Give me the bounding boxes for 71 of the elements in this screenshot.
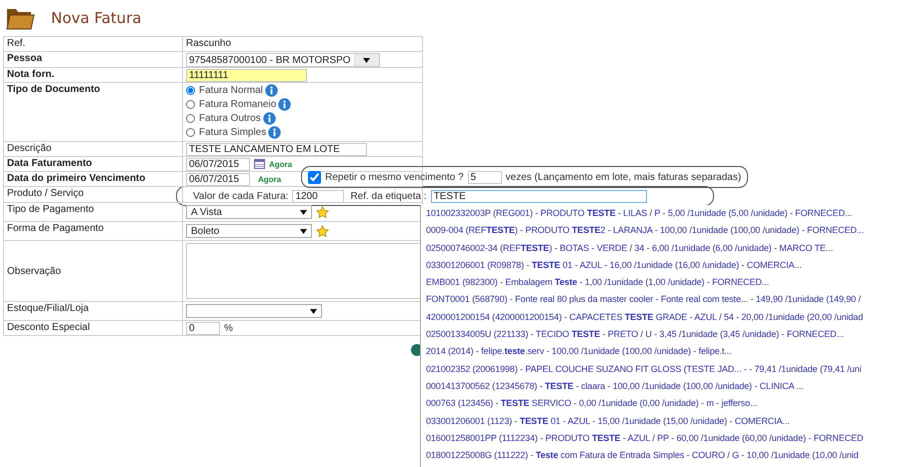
suggestion-item[interactable]: 033001206001 (R09878) - TESTE 01 - AZUL - 16,00 /1unidade (16,00 /unidade) - COMERCIA...: [421, 256, 900, 274]
select-field[interactable]: A Vista: [186, 205, 312, 219]
calendar-icon[interactable]: [254, 159, 265, 169]
field-label: Tipo de Pagamento: [7, 204, 94, 215]
star-icon[interactable]: [316, 224, 329, 238]
count-field[interactable]: 5: [468, 171, 502, 184]
radio-label: Fatura Normal: [199, 84, 263, 97]
field-label: Pessoa: [7, 53, 42, 64]
info-icon[interactable]: [278, 98, 292, 111]
person-combobox[interactable]: 97548587000100 - BR MOTORSPO: [186, 53, 380, 67]
field-label: Data do primeiro Vencimento: [7, 173, 146, 184]
caret-icon: [363, 58, 370, 62]
date-field[interactable]: 06/07/2015: [186, 158, 250, 171]
suggestion-item[interactable]: 016001258001PP (1112234) - PRODUTO TESTE - AZUL / PP - 60,00 /1unidade (60,00 /unidade) - FORNECED: [421, 430, 900, 448]
text-field[interactable]: TESTE LANCAMENTO EM LOTE: [186, 143, 367, 156]
radio-button[interactable]: [186, 114, 195, 123]
radio-button[interactable]: [186, 86, 195, 95]
star-icon[interactable]: [316, 206, 329, 218]
suggestion-item[interactable]: 0009-004 (REFTESTE) - PRODUTO TESTE2 - LARANJA - 100,00 /1unidade (100,00 /unidade) - FORNECED...: [421, 222, 900, 240]
field-label: Valor de cada Fatura:: [193, 190, 288, 202]
info-icon[interactable]: [262, 112, 276, 125]
now-link[interactable]: Agora: [269, 158, 292, 170]
suggestion-item[interactable]: 2014 (2014) - felipe.teste.serv - 100,00 /1unidade (100,00 /unidade) - felipe.t...: [421, 343, 900, 361]
suggestion-item[interactable]: 033001206001 (1123) - TESTE 01 - AZUL - 15,00 /1unidade (15,00 /unidade) - COMERCIA...: [421, 412, 900, 430]
suggestion-item[interactable]: 4200001200154 (4200001200154) - CAPACETES TESTE GRADE - AZUL / 54 - 20,00 /1unidade (20,00 /unidad: [421, 308, 900, 326]
suggestion-item[interactable]: 000763 (123456) - TESTE SERVICO - 0,00 /1unidade (0,00 /unidade) - m - jefferso...: [421, 395, 900, 413]
repeat-hint: vezes (Lançamento em lote, mais faturas separadas): [506, 170, 742, 184]
batch-field[interactable]: TESTE: [430, 190, 647, 203]
suggestion-item[interactable]: 0001413700562 (12345678) - TESTE - claara - 100,00 /1unidade (100,00 /unidade) - CLINICA ...: [421, 378, 900, 396]
radio-label: Fatura Outros: [199, 112, 261, 125]
caret-icon: [300, 210, 307, 214]
folder-icon: [5, 6, 35, 30]
batch-field[interactable]: 1200: [292, 190, 344, 203]
discount-field[interactable]: 0: [186, 322, 220, 335]
suggestion-item[interactable]: 018001225008G (111222) - Teste com Fatura de Entrada Simples - COURO / G - 10,00 /1unidade (10,00 /unid: [421, 447, 900, 464]
notes-field[interactable]: [186, 243, 422, 299]
suggestion-item[interactable]: FONT0001 (568790) - Fonte real 80 plus da master cooler - Fonte real com teste... - 149,90 /1unidade (149,90 /: [421, 291, 900, 309]
field-label: Estoque/Filial/Loja: [7, 303, 89, 314]
select-field[interactable]: Boleto: [186, 224, 312, 238]
radio-button[interactable]: [186, 100, 195, 109]
radio-button[interactable]: [186, 128, 195, 137]
info-icon[interactable]: [264, 84, 278, 97]
text-field[interactable]: 11111111: [186, 69, 307, 82]
suggestion-item[interactable]: 025001334005U (221133) - TECIDO TESTE - PRETO / U - 3,45 /1unidade (3,45 /unidade) - FORNECED...: [421, 326, 900, 344]
field-label: Desconto Especial: [7, 322, 90, 333]
page-title: Nova Fatura: [51, 9, 142, 27]
caret-icon: [310, 308, 317, 314]
radio-label: Fatura Simples: [199, 126, 266, 139]
now-link[interactable]: Agora: [258, 172, 282, 186]
suggestion-item[interactable]: 025000746002-34 (REFTESTE) - BOTAS - VERDE / 34 - 6,00 /1unidade (6,00 /unidade) - MARCO TE...: [421, 240, 900, 257]
field-label: Produto / Serviço: [7, 188, 84, 199]
info-icon[interactable]: [268, 126, 282, 139]
field-label: Tipo de Documento: [7, 84, 100, 95]
ref-value: Rascunho: [186, 38, 232, 49]
field-label: Ref. da etiqueta :: [350, 190, 427, 202]
percent-sign: %: [224, 322, 233, 334]
field-label: Nota forn.: [7, 69, 54, 80]
field-label: Observação: [7, 266, 61, 276]
radio-label: Fatura Romaneio: [199, 98, 276, 111]
suggestion-item[interactable]: EMB001 (982300) - Embalagem Teste - 1,00 /1unidade (1,00 /unidade) - FORNECED...: [421, 274, 900, 292]
suggestion-item[interactable]: 101002332003P (REG001) - PRODUTO TESTE - LILAS / P - 5,00 /1unidade (5,00 /unidade) - FORNECED...: [421, 205, 900, 222]
suggestion-item[interactable]: 021002352 (20061998) - PAPEL COUCHE SUZANO FIT GLOSS (TESTE JAD... - - 79,41 /1unidade (79,41 /uni: [421, 360, 900, 378]
field-label: Data Faturamento: [7, 158, 92, 169]
repeat-checkbox[interactable]: [308, 170, 322, 184]
field-label: Forma de Pagamento: [7, 223, 104, 234]
date-field[interactable]: 06/07/2015: [186, 173, 250, 186]
field-label: Descrição: [7, 143, 52, 154]
caret-icon: [300, 228, 307, 234]
select-field[interactable]: [186, 304, 322, 318]
repeat-label: Repetir o mesmo vencimento ?: [325, 170, 464, 184]
field-label: Ref.: [7, 38, 26, 49]
